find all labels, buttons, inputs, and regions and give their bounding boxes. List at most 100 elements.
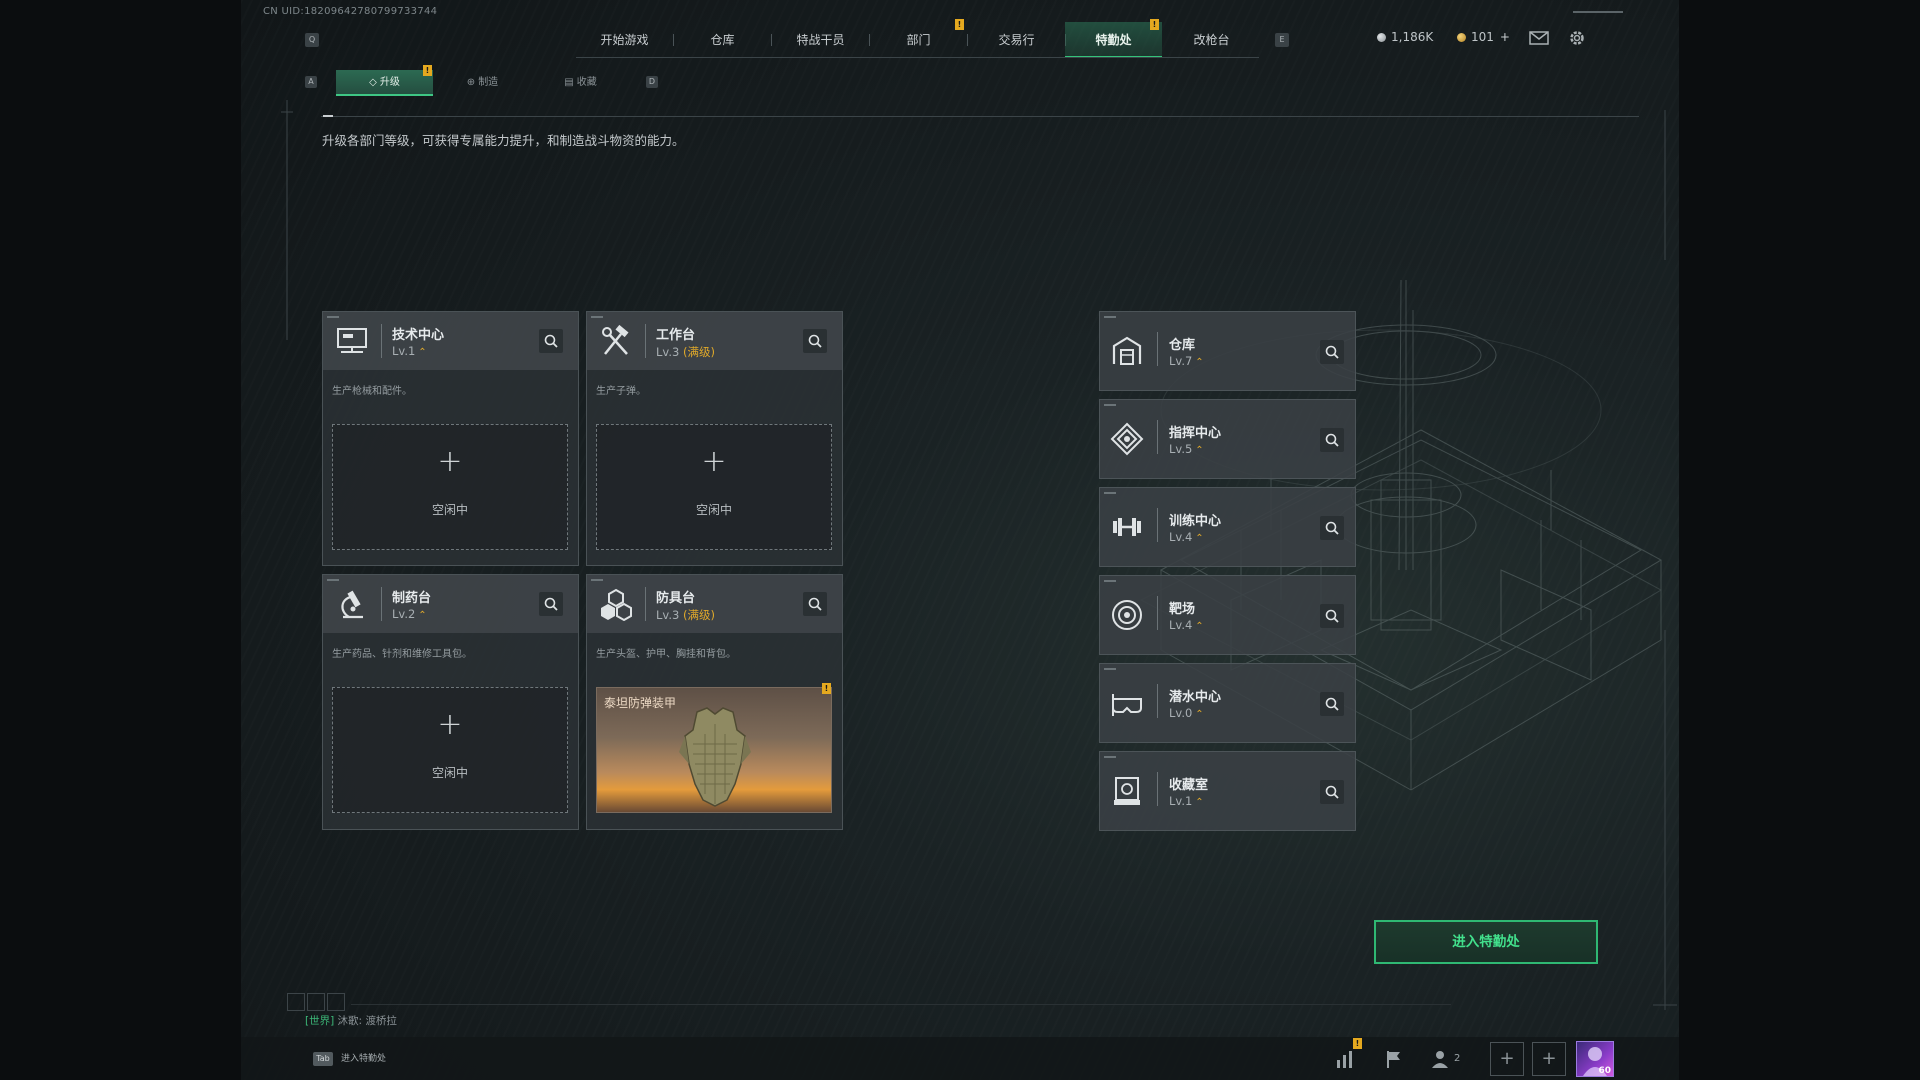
flag-icon[interactable] bbox=[1383, 1048, 1405, 1070]
friends-icon[interactable] bbox=[1429, 1048, 1451, 1070]
warehouse-icon bbox=[1112, 336, 1142, 365]
mail-icon[interactable] bbox=[1529, 31, 1549, 45]
inspect-button[interactable] bbox=[803, 592, 827, 616]
currency-secondary-value: 101 bbox=[1471, 30, 1494, 44]
inspect-button[interactable] bbox=[539, 592, 563, 616]
nav-prev-key[interactable]: Q bbox=[305, 33, 319, 47]
stats-chart-icon[interactable] bbox=[1334, 1048, 1356, 1070]
gold-coin-icon bbox=[1457, 33, 1466, 42]
tab-key-hint[interactable]: Tab bbox=[313, 1052, 333, 1066]
quick-slot[interactable] bbox=[287, 993, 305, 1011]
production-slot-empty[interactable]: + 空闲中 bbox=[332, 424, 568, 550]
tab-gunsmith[interactable]: 改枪台 bbox=[1163, 22, 1260, 58]
quick-slot[interactable] bbox=[327, 993, 345, 1011]
level-value: Lv.0 bbox=[1169, 706, 1193, 720]
tab-special-ops[interactable]: 特勤处 bbox=[1065, 22, 1162, 58]
production-slot-empty[interactable]: + 空闲中 bbox=[332, 687, 568, 813]
level-up-chevron-icon: ⌃ bbox=[1195, 709, 1204, 720]
card-divider bbox=[381, 587, 382, 621]
dumbbell-icon bbox=[1113, 518, 1141, 536]
settings-gear-icon[interactable] bbox=[1568, 29, 1586, 47]
tab-start-game[interactable]: 开始游戏 bbox=[576, 22, 673, 58]
craft-icon: ⊕ bbox=[466, 77, 476, 88]
currency-primary-value: 1,186K bbox=[1391, 30, 1434, 44]
quick-slot[interactable] bbox=[307, 993, 325, 1011]
level-up-chevron-icon: ⌃ bbox=[1195, 621, 1204, 632]
enter-special-ops-button[interactable]: 进入特勤处 bbox=[1374, 920, 1598, 964]
facility-title: 仓库 bbox=[1169, 338, 1196, 353]
havoc-coin-icon bbox=[1377, 33, 1386, 42]
search-icon bbox=[1325, 785, 1339, 799]
nav-next-key[interactable]: E bbox=[1275, 33, 1289, 47]
facility-card-warehouse[interactable]: 仓库 Lv.7 ⌃ bbox=[1099, 311, 1356, 391]
add-icon: + bbox=[701, 444, 727, 479]
currency-primary: 1,186K bbox=[1377, 30, 1433, 44]
level-value: Lv.7 bbox=[1169, 354, 1193, 368]
subtab-craft[interactable]: ⊕ 制造 bbox=[434, 70, 531, 96]
search-icon bbox=[1325, 433, 1339, 447]
special-ops-alert-badge: ! bbox=[1150, 19, 1159, 30]
max-level-tag: (满级) bbox=[682, 345, 715, 359]
subtab-upgrade[interactable]: ◇ 升级 bbox=[336, 70, 433, 96]
facility-title: 技术中心 bbox=[392, 328, 445, 343]
facility-card-diving-center[interactable]: 潜水中心 Lv.0 ⌃ bbox=[1099, 663, 1356, 743]
tab-warehouse[interactable]: 仓库 bbox=[674, 22, 771, 58]
card-divider bbox=[645, 587, 646, 621]
production-slot-item[interactable]: 泰坦防弹装甲 bbox=[596, 687, 832, 813]
card-divider bbox=[645, 324, 646, 358]
facility-level: Lv.2 ⌃ bbox=[392, 607, 427, 621]
production-slot-empty[interactable]: + 空闲中 bbox=[596, 424, 832, 550]
card-tick bbox=[1104, 492, 1116, 494]
tab-key-action: 进入特勤处 bbox=[341, 1054, 387, 1064]
currency-secondary[interactable]: 101 + bbox=[1457, 30, 1510, 44]
add-icon: + bbox=[437, 444, 463, 479]
collection-icon: ▤ bbox=[564, 77, 574, 88]
level-value: Lv.5 bbox=[1169, 442, 1193, 456]
add-currency-icon[interactable]: + bbox=[1500, 30, 1510, 44]
card-tick bbox=[1104, 404, 1116, 406]
facility-card-tech-center[interactable]: 技术中心 Lv.1 ⌃ 生产枪械和配件。 + 空闲中 bbox=[322, 311, 579, 566]
facility-title: 潜水中心 bbox=[1169, 690, 1222, 705]
facility-card-training-center[interactable]: 训练中心 Lv.4 ⌃ bbox=[1099, 487, 1356, 567]
departments-alert-badge: ! bbox=[955, 19, 964, 30]
inspect-button[interactable] bbox=[539, 329, 563, 353]
inspect-button[interactable] bbox=[1320, 692, 1344, 716]
inspect-button[interactable] bbox=[1320, 428, 1344, 452]
search-icon bbox=[1325, 521, 1339, 535]
subtab-collection[interactable]: ▤ 收藏 bbox=[532, 70, 629, 96]
inspect-button[interactable] bbox=[1320, 604, 1344, 628]
tab-trading[interactable]: 交易行 bbox=[968, 22, 1065, 58]
card-divider bbox=[1157, 596, 1158, 630]
facility-card-command-center[interactable]: 指挥中心 Lv.5 ⌃ bbox=[1099, 399, 1356, 479]
body-armor-image bbox=[679, 707, 751, 807]
facility-title: 指挥中心 bbox=[1169, 426, 1222, 441]
world-chat-message[interactable]: [世界] 沐歌: 渡桥拉 bbox=[305, 1013, 397, 1028]
subnav-next-key[interactable]: D bbox=[646, 76, 658, 88]
facility-card-pharmacy[interactable]: 制药台 Lv.2 ⌃ 生产药品、针剂和维修工具包。 + 空闲中 bbox=[322, 574, 579, 830]
nav-underline bbox=[576, 57, 1259, 58]
facility-card-armor-bench[interactable]: 防具台 Lv.3 (满级) 生产头盔、护甲、胸挂和背包。 泰坦防弹装甲 ! bbox=[586, 574, 843, 830]
frame-right-line bbox=[1653, 110, 1677, 1010]
add-party-slot[interactable]: + bbox=[1532, 1042, 1566, 1076]
facility-level: Lv.3 (满级) bbox=[656, 344, 715, 360]
search-icon bbox=[544, 334, 558, 348]
chat-user: 沐歌: bbox=[337, 1015, 363, 1027]
inspect-button[interactable] bbox=[1320, 780, 1344, 804]
chat-text: 渡桥拉 bbox=[365, 1015, 397, 1027]
subnav-prev-key[interactable]: A bbox=[305, 76, 317, 88]
player-avatar[interactable]: 60 bbox=[1576, 1041, 1614, 1077]
frame-left-line bbox=[281, 100, 293, 340]
level-value: Lv.3 bbox=[656, 345, 680, 359]
tab-departments[interactable]: 部门 bbox=[870, 22, 967, 58]
upgrade-alert-badge: ! bbox=[423, 65, 432, 76]
tab-operators[interactable]: 特战干员 bbox=[772, 22, 869, 58]
cubes-icon bbox=[601, 588, 632, 621]
add-party-slot[interactable]: + bbox=[1490, 1042, 1524, 1076]
inspect-button[interactable] bbox=[803, 329, 827, 353]
inspect-button[interactable] bbox=[1320, 340, 1344, 364]
facility-card-collection-room[interactable]: 收藏室 Lv.1 ⌃ bbox=[1099, 751, 1356, 831]
facility-description: 生产药品、针剂和维修工具包。 bbox=[332, 649, 472, 660]
facility-card-shooting-range[interactable]: 靶场 Lv.4 ⌃ bbox=[1099, 575, 1356, 655]
inspect-button[interactable] bbox=[1320, 516, 1344, 540]
facility-card-workbench[interactable]: 工作台 Lv.3 (满级) 生产子弹。 + 空闲中 bbox=[586, 311, 843, 566]
